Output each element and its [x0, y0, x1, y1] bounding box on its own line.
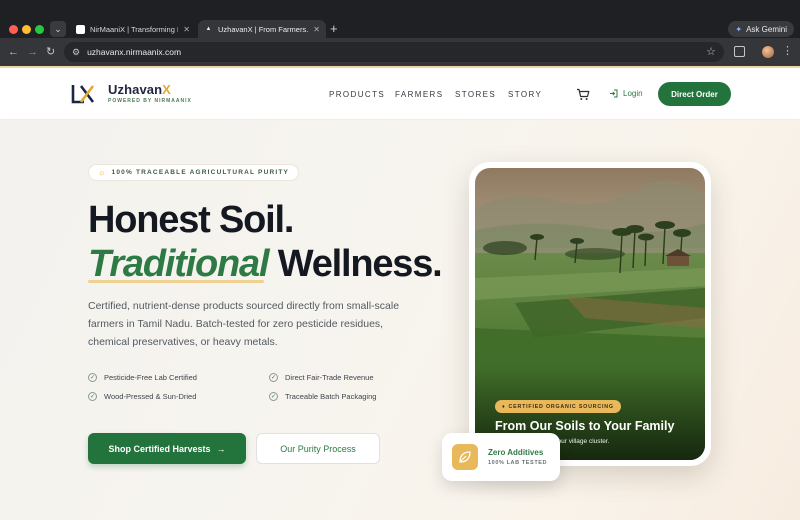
- close-tab-icon[interactable]: ✕: [313, 25, 320, 34]
- feature-label: Pesticide-Free Lab Certified: [104, 373, 197, 382]
- badge-label: 100% TRACEABLE AGRICULTURAL PURITY: [111, 169, 290, 176]
- login-link[interactable]: Login: [609, 89, 643, 98]
- tab-title: UzhavanX | From Farmers. Fi: [218, 24, 309, 34]
- uzhavanx-favicon-icon: ▲: [205, 26, 212, 32]
- tab-title: NirMaaniX | Transforming Lo: [90, 24, 179, 34]
- close-tab-icon[interactable]: ✕: [183, 25, 190, 34]
- close-window-button[interactable]: [9, 25, 18, 34]
- ask-gemini-button[interactable]: ✦ Ask Gemini: [728, 21, 794, 37]
- tab-search-button[interactable]: ⌄: [50, 21, 66, 37]
- feature-label: Traceable Batch Packaging: [285, 392, 377, 401]
- new-tab-plus-icon[interactable]: +: [330, 21, 338, 36]
- browser-tab-uzhavanx[interactable]: ▲ UzhavanX | From Farmers. Fi ✕: [198, 20, 326, 38]
- brand-name[interactable]: UzhavanX: [108, 82, 171, 97]
- farm-landscape-image: ♦ CERTIFIED ORGANIC SOURCING From Our So…: [475, 168, 705, 460]
- nav-farmers[interactable]: FARMERS: [395, 90, 443, 99]
- uzhavanx-logo-icon[interactable]: [70, 82, 96, 106]
- card-title: From Our Soils to Your Family: [495, 419, 675, 433]
- reload-icon[interactable]: ↻: [46, 45, 55, 59]
- check-circle-icon: ✓: [88, 392, 97, 401]
- zero-additives-title: Zero Additives: [488, 448, 544, 457]
- zero-additives-card: Zero Additives 100% LAB TESTED: [442, 433, 560, 481]
- puzzle-icon[interactable]: [734, 46, 745, 57]
- hero-section: ☼ 100% TRACEABLE AGRICULTURAL PURITY Hon…: [0, 120, 800, 520]
- feature-label: Wood-Pressed & Sun-Dried: [104, 392, 197, 401]
- hero-heading-line2: Traditional Wellness.: [88, 243, 443, 285]
- traceability-badge: ☼ 100% TRACEABLE AGRICULTURAL PURITY: [88, 164, 300, 181]
- nav-story[interactable]: STORY: [508, 90, 542, 99]
- sun-icon: ☼: [98, 168, 107, 177]
- site-info-icon[interactable]: ⚙: [72, 47, 80, 58]
- brand-name-main: Uzhavan: [108, 82, 163, 97]
- farm-scene-illustration: [475, 168, 705, 460]
- lab-tested-subtitle: 100% LAB TESTED: [488, 460, 548, 466]
- pill-label: CERTIFIED ORGANIC SOURCING: [508, 403, 614, 410]
- direct-order-button[interactable]: Direct Order: [658, 82, 731, 106]
- kebab-menu-icon[interactable]: ⋮: [782, 44, 793, 57]
- purity-process-button[interactable]: Our Purity Process: [256, 433, 380, 464]
- feature-label: Direct Fair-Trade Revenue: [285, 373, 374, 382]
- leaf-icon: [452, 444, 478, 470]
- site-header: UzhavanX POWERED BY NIRMAANIX PRODUCTS F…: [0, 66, 800, 119]
- check-circle-icon: ✓: [88, 373, 97, 382]
- shop-button-label: Shop Certified Harvests: [108, 443, 211, 454]
- feature-item: ✓ Pesticide-Free Lab Certified: [88, 373, 197, 382]
- browser-toolbar: ← → ↻ ⚙ uzhavanx.nirmaanix.com ☆ ⋮: [0, 38, 800, 66]
- arrow-right-icon: →: [216, 443, 226, 454]
- nav-products[interactable]: PRODUCTS: [329, 90, 385, 99]
- minimize-window-button[interactable]: [22, 25, 31, 34]
- nirmaanix-favicon-icon: [76, 24, 85, 34]
- login-label: Login: [623, 89, 643, 98]
- check-circle-icon: ✓: [269, 373, 278, 382]
- hero-heading-highlight: Traditional: [88, 243, 270, 285]
- brand-name-accent: X: [162, 82, 171, 97]
- arrow-right-icon[interactable]: →: [27, 45, 38, 59]
- arrow-left-icon[interactable]: ←: [8, 45, 19, 59]
- browser-tab-nirmaanix[interactable]: NirMaaniX | Transforming Lo ✕: [70, 20, 196, 38]
- brand-tagline: POWERED BY NIRMAANIX: [108, 98, 192, 104]
- check-circle-icon: ✓: [269, 392, 278, 401]
- feature-item: ✓ Direct Fair-Trade Revenue: [269, 373, 374, 382]
- browser-tab-bar: ⌄ NirMaaniX | Transforming Lo ✕ ▲ Uzhava…: [0, 0, 800, 38]
- cart-icon[interactable]: [576, 88, 590, 101]
- feature-item: ✓ Wood-Pressed & Sun-Dried: [88, 392, 196, 401]
- login-icon: [610, 89, 618, 98]
- hero-heading-line1: Honest Soil.: [88, 199, 294, 241]
- ask-gemini-label: Ask Gemini: [746, 24, 787, 34]
- profile-avatar[interactable]: [762, 46, 774, 58]
- hero-heading-rest: Wellness.: [268, 243, 443, 285]
- address-bar[interactable]: ⚙ uzhavanx.nirmaanix.com ☆: [64, 42, 724, 62]
- gemini-sparkle-icon: ✦: [735, 24, 743, 34]
- bulb-icon: ♦: [502, 403, 506, 410]
- address-url[interactable]: uzhavanx.nirmaanix.com: [87, 47, 181, 57]
- farm-photo-card: ♦ CERTIFIED ORGANIC SOURCING From Our So…: [469, 162, 711, 466]
- certified-organic-pill: ♦ CERTIFIED ORGANIC SOURCING: [495, 400, 621, 413]
- shop-certified-harvests-button[interactable]: Shop Certified Harvests →: [88, 433, 246, 464]
- maximize-window-button[interactable]: [35, 25, 44, 34]
- hero-description: Certified, nutrient-dense products sourc…: [88, 300, 400, 348]
- star-icon[interactable]: ☆: [706, 45, 716, 58]
- nav-stores[interactable]: STORES: [455, 90, 496, 99]
- feature-item: ✓ Traceable Batch Packaging: [269, 392, 376, 401]
